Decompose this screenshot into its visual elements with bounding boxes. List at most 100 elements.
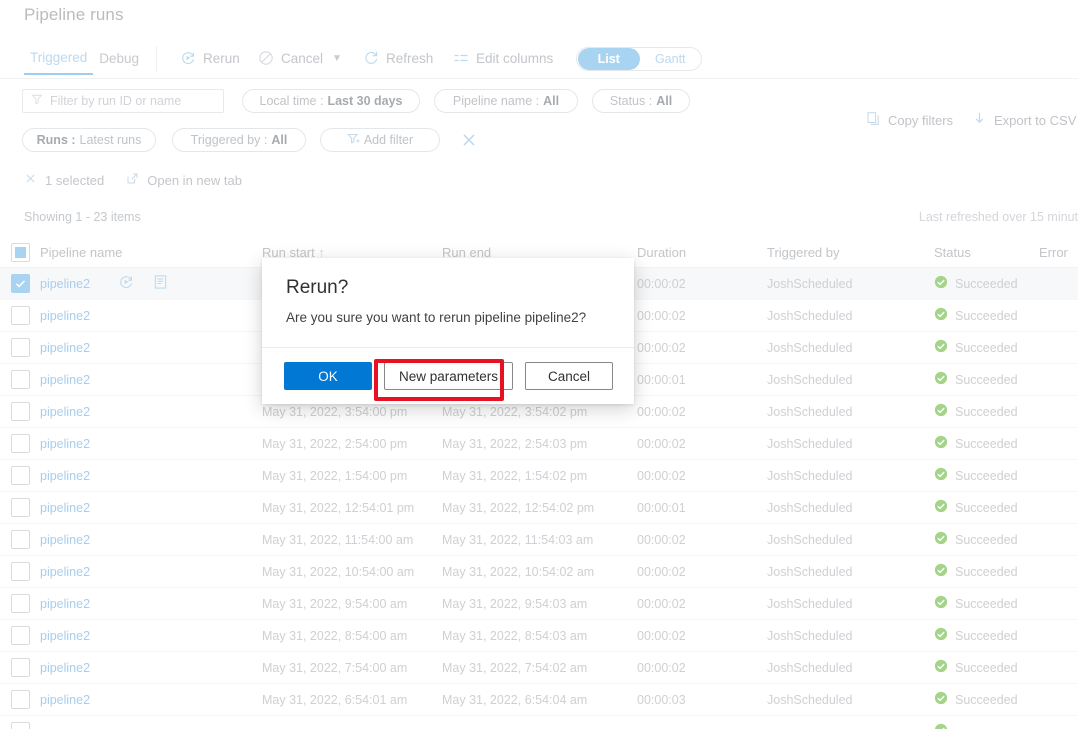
row-checkbox[interactable] <box>0 466 40 485</box>
checkbox-icon <box>11 658 30 677</box>
column-header-pipeline-name[interactable]: Pipeline name <box>40 245 262 260</box>
row-pipeline-name[interactable]: pipeline2 <box>40 373 262 387</box>
row-pipeline-name[interactable]: pipeline2 <box>40 274 262 293</box>
search-input[interactable]: Filter by run ID or name <box>22 89 224 113</box>
filter-pill-status[interactable]: Status : All <box>592 89 690 113</box>
column-header-status[interactable]: Status <box>934 245 1039 260</box>
row-rerun-icon[interactable] <box>118 274 134 293</box>
pipeline-name-link[interactable]: pipeline2 <box>40 437 90 451</box>
row-checkbox[interactable] <box>0 562 40 581</box>
tab-debug[interactable]: Debug <box>93 49 145 74</box>
row-pipeline-name[interactable]: pipeline2 <box>40 341 262 355</box>
status-label: Succeeded <box>955 373 1018 387</box>
pipeline-name-link[interactable]: pipeline2 <box>40 469 90 483</box>
row-checkbox[interactable] <box>0 658 40 677</box>
column-header-duration[interactable]: Duration <box>637 245 767 260</box>
filter-pill-runs[interactable]: Runs : Latest runs <box>22 128 156 152</box>
row-pipeline-name[interactable]: pipeline2 <box>40 309 262 323</box>
export-csv-button[interactable]: Export to CSV <box>972 111 1076 129</box>
row-status: Succeeded <box>934 659 1039 676</box>
pipeline-name-link[interactable]: pipeline2 <box>40 533 90 547</box>
filter-icon <box>31 92 43 110</box>
row-checkbox[interactable] <box>0 434 40 453</box>
table-row[interactable]: pipeline2May 31, 2022, 7:54:00 amMay 31,… <box>0 652 1078 684</box>
cancel-button[interactable]: Cancel ▼ <box>258 50 342 66</box>
refresh-button[interactable]: Refresh <box>363 50 433 66</box>
column-header-triggered-by[interactable]: Triggered by <box>767 245 934 260</box>
row-checkbox[interactable] <box>0 722 40 729</box>
table-row[interactable]: pipeline2May 31, 2022, 11:54:00 amMay 31… <box>0 524 1078 556</box>
row-checkbox[interactable] <box>0 690 40 709</box>
view-toggle-gantt[interactable]: Gantt <box>640 48 702 70</box>
row-pipeline-name[interactable]: pipeline2 <box>40 533 262 547</box>
table-row[interactable] <box>0 716 1078 729</box>
filter-pill-triggered-by[interactable]: Triggered by : All <box>172 128 306 152</box>
row-checkbox[interactable] <box>0 498 40 517</box>
pipeline-name-link[interactable]: pipeline2 <box>40 597 90 611</box>
filter-pill-pipeline-name[interactable]: Pipeline name : All <box>434 89 578 113</box>
select-all-checkbox[interactable] <box>0 243 40 262</box>
row-pipeline-name[interactable]: pipeline2 <box>40 693 262 707</box>
checkbox-icon <box>11 466 30 485</box>
row-status: Succeeded <box>934 275 1039 292</box>
table-row[interactable]: pipeline2May 31, 2022, 8:54:00 amMay 31,… <box>0 620 1078 652</box>
copy-filters-button[interactable]: Copy filters <box>866 111 953 129</box>
rerun-button[interactable]: Rerun <box>180 50 240 66</box>
pipeline-name-link[interactable]: pipeline2 <box>40 661 90 675</box>
row-checkbox[interactable] <box>0 594 40 613</box>
pipeline-name-link[interactable]: pipeline2 <box>40 277 90 291</box>
download-icon <box>972 111 987 129</box>
status-success-icon <box>934 627 948 644</box>
clear-selection-button[interactable]: 1 selected <box>24 172 104 188</box>
pipeline-name-link[interactable]: pipeline2 <box>40 565 90 579</box>
row-pipeline-name[interactable]: pipeline2 <box>40 437 262 451</box>
row-pipeline-name[interactable]: pipeline2 <box>40 565 262 579</box>
row-pipeline-name[interactable]: pipeline2 <box>40 405 262 419</box>
chevron-down-icon[interactable]: ▼ <box>332 53 342 64</box>
table-row[interactable]: pipeline2May 31, 2022, 9:54:00 amMay 31,… <box>0 588 1078 620</box>
new-parameters-button[interactable]: New parameters <box>384 362 513 390</box>
table-row[interactable]: pipeline2May 31, 2022, 2:54:00 pmMay 31,… <box>0 428 1078 460</box>
pipeline-name-link[interactable]: pipeline2 <box>40 341 90 355</box>
row-checkbox[interactable] <box>0 338 40 357</box>
row-triggered-by: JoshScheduled <box>767 533 934 547</box>
row-status: Succeeded <box>934 499 1039 516</box>
checkbox-icon <box>11 530 30 549</box>
view-toggle[interactable]: List Gantt <box>576 47 702 71</box>
pipeline-name-link[interactable]: pipeline2 <box>40 309 90 323</box>
table-row[interactable]: pipeline2May 31, 2022, 1:54:00 pmMay 31,… <box>0 460 1078 492</box>
edit-columns-button[interactable]: Edit columns <box>453 50 553 66</box>
pipeline-name-link[interactable]: pipeline2 <box>40 693 90 707</box>
row-checkbox[interactable] <box>0 530 40 549</box>
pipeline-name-link[interactable]: pipeline2 <box>40 373 90 387</box>
clear-filters-icon[interactable] <box>459 130 479 150</box>
pipeline-runs-page: Pipeline runs Triggered Debug Rerun Canc… <box>0 0 1078 729</box>
row-pipeline-name[interactable]: pipeline2 <box>40 597 262 611</box>
filter-pill-local-time[interactable]: Local time : Last 30 days <box>242 89 420 113</box>
table-row[interactable]: pipeline2May 31, 2022, 12:54:01 pmMay 31… <box>0 492 1078 524</box>
row-pipeline-name[interactable]: pipeline2 <box>40 661 262 675</box>
row-checkbox[interactable] <box>0 306 40 325</box>
pipeline-name-link[interactable]: pipeline2 <box>40 501 90 515</box>
row-pipeline-name[interactable]: pipeline2 <box>40 501 262 515</box>
row-consumption-icon[interactable] <box>153 274 168 293</box>
row-checkbox[interactable] <box>0 274 40 293</box>
pipeline-name-link[interactable]: pipeline2 <box>40 405 90 419</box>
table-row[interactable]: pipeline2May 31, 2022, 10:54:00 amMay 31… <box>0 556 1078 588</box>
row-pipeline-name[interactable]: pipeline2 <box>40 469 262 483</box>
pipeline-name-link[interactable]: pipeline2 <box>40 629 90 643</box>
ok-button[interactable]: OK <box>284 362 372 390</box>
row-checkbox[interactable] <box>0 370 40 389</box>
add-filter-button[interactable]: Add filter <box>320 128 440 152</box>
tab-triggered[interactable]: Triggered <box>24 48 93 75</box>
row-run-start: May 31, 2022, 10:54:00 am <box>262 565 442 579</box>
column-header-error[interactable]: Error <box>1039 245 1078 260</box>
row-pipeline-name[interactable]: pipeline2 <box>40 629 262 643</box>
row-checkbox[interactable] <box>0 626 40 645</box>
open-in-new-tab-button[interactable]: Open in new tab <box>126 172 242 188</box>
row-checkbox[interactable] <box>0 402 40 421</box>
checkbox-icon <box>11 722 30 729</box>
view-toggle-list[interactable]: List <box>578 48 640 70</box>
table-row[interactable]: pipeline2May 31, 2022, 6:54:01 amMay 31,… <box>0 684 1078 716</box>
dialog-cancel-button[interactable]: Cancel <box>525 362 613 390</box>
